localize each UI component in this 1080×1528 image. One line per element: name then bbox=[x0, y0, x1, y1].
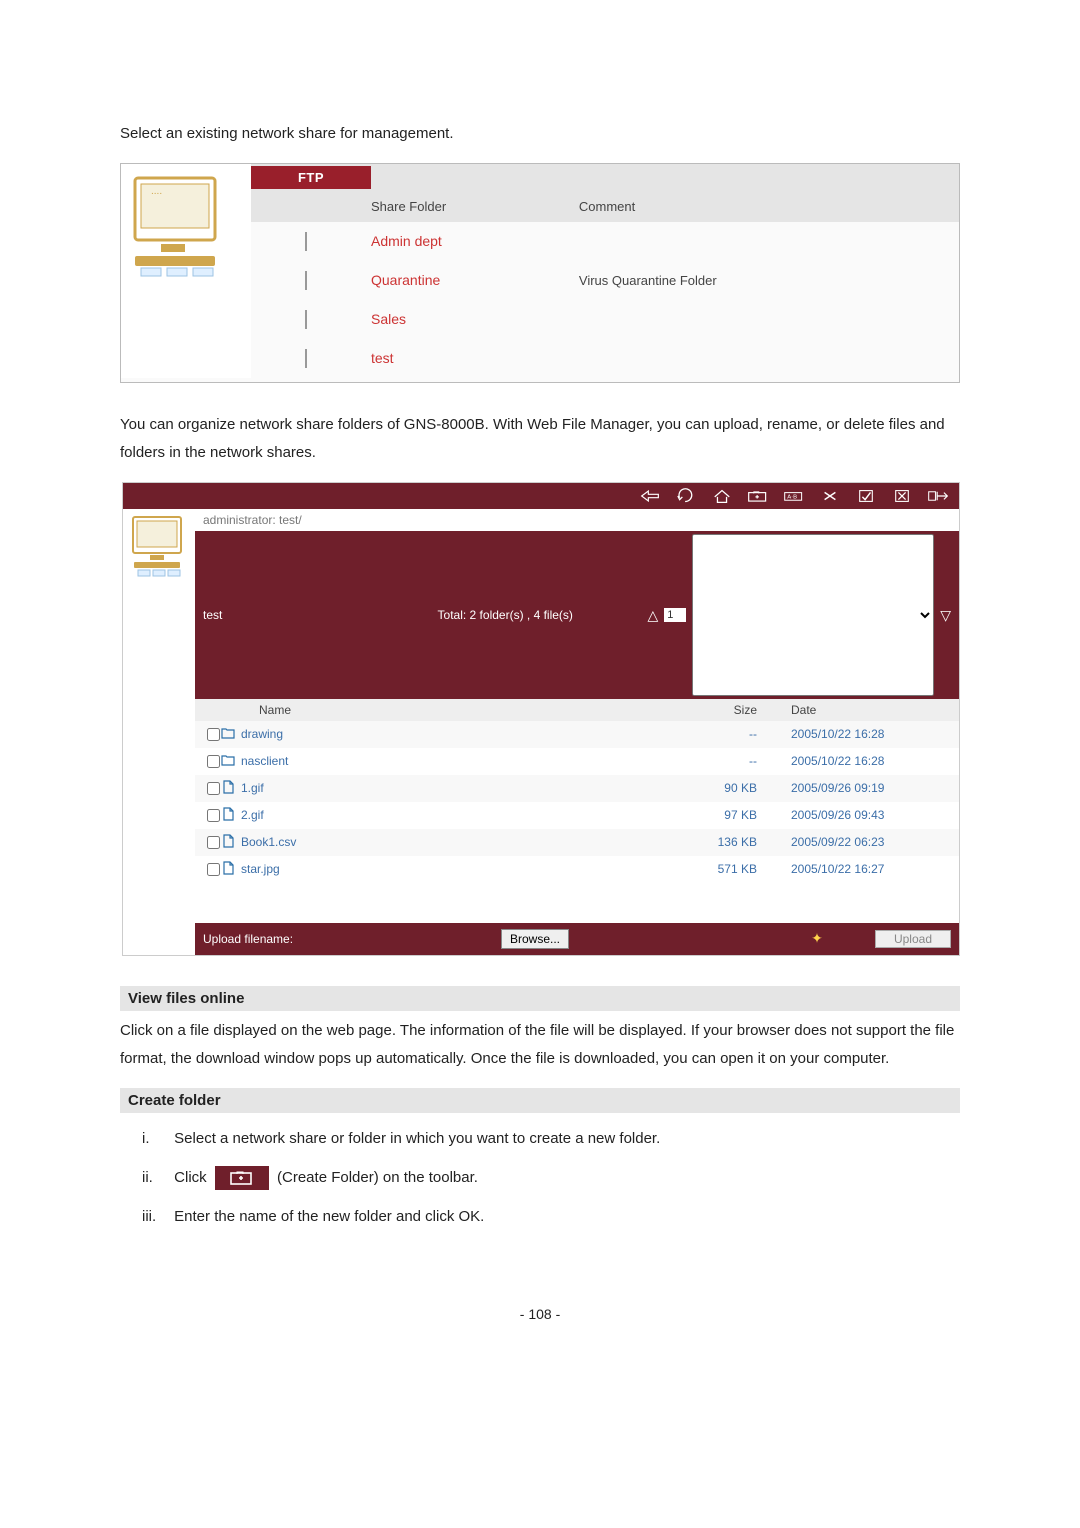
file-manager-panel: A·B administrator: test/ bbox=[122, 482, 960, 956]
folder-icon bbox=[221, 754, 241, 769]
browse-button[interactable] bbox=[501, 929, 569, 949]
file-icon bbox=[221, 780, 241, 797]
folder-summary: Total: 2 folder(s) , 4 file(s) bbox=[363, 608, 647, 622]
col-header-date: Date bbox=[791, 703, 951, 717]
step-2-before: Click bbox=[174, 1169, 207, 1186]
create-folder-icon bbox=[215, 1166, 269, 1190]
col-share-folder: Share Folder bbox=[371, 191, 579, 223]
upload-star-icon: ✦ bbox=[777, 930, 857, 947]
file-icon bbox=[221, 861, 241, 878]
share-comment bbox=[579, 339, 959, 378]
svg-text:A·B: A·B bbox=[787, 494, 797, 500]
step-num: ii. bbox=[142, 1164, 170, 1191]
select-icon[interactable] bbox=[855, 486, 877, 506]
row-checkbox[interactable] bbox=[207, 782, 220, 795]
file-icon bbox=[221, 834, 241, 851]
row-checkbox[interactable] bbox=[207, 728, 220, 741]
create-folder-icon[interactable] bbox=[747, 486, 769, 506]
file-date: 2005/09/26 09:43 bbox=[791, 808, 951, 822]
step-2-after: (Create Folder) on the toolbar. bbox=[277, 1169, 478, 1186]
row-checkbox[interactable] bbox=[207, 809, 220, 822]
breadcrumb: administrator: test/ bbox=[195, 509, 959, 531]
share-comment bbox=[579, 222, 959, 261]
file-link[interactable]: 1.gif bbox=[241, 781, 264, 795]
table-row: nasclient --2005/10/22 16:28 bbox=[195, 748, 959, 775]
file-link[interactable]: drawing bbox=[241, 727, 283, 741]
section-create-folder: Create folder bbox=[120, 1088, 960, 1113]
select-none-icon[interactable] bbox=[891, 486, 913, 506]
share-comment: Virus Quarantine Folder bbox=[579, 261, 959, 300]
col-comment: Comment bbox=[579, 191, 959, 223]
table-row: 1.gif 90 KB2005/09/26 09:19 bbox=[195, 775, 959, 802]
rename-icon[interactable]: A·B bbox=[783, 486, 805, 506]
page-select[interactable] bbox=[692, 534, 934, 696]
share-link[interactable]: Admin dept bbox=[371, 233, 442, 249]
page-last-icon[interactable]: ▽ bbox=[940, 608, 951, 622]
file-date: 2005/10/22 16:28 bbox=[791, 727, 951, 741]
share-link[interactable]: Sales bbox=[371, 311, 406, 327]
drive-icon bbox=[251, 261, 371, 300]
share-link[interactable]: test bbox=[371, 350, 394, 366]
view-files-body: Click on a file displayed on the web pag… bbox=[120, 1017, 960, 1074]
refresh-icon[interactable] bbox=[675, 486, 697, 506]
step-num: i. bbox=[142, 1125, 170, 1152]
file-link[interactable]: nasclient bbox=[241, 754, 288, 768]
table-row: Book1.csv 136 KB2005/09/22 06:23 bbox=[195, 829, 959, 856]
file-link[interactable]: Book1.csv bbox=[241, 835, 296, 849]
fm-status-band: test Total: 2 folder(s) , 4 file(s) △ ▽ bbox=[195, 531, 959, 699]
fm-toolbar: A·B bbox=[123, 483, 959, 509]
table-row: drawing --2005/10/22 16:28 bbox=[195, 721, 959, 748]
logout-icon[interactable] bbox=[927, 486, 949, 506]
file-size: 97 KB bbox=[651, 808, 791, 822]
home-icon[interactable] bbox=[711, 486, 733, 506]
svg-text:....: .... bbox=[151, 186, 162, 197]
page-first-icon[interactable]: △ bbox=[647, 608, 658, 622]
file-link[interactable]: 2.gif bbox=[241, 808, 264, 822]
drive-icon bbox=[251, 339, 371, 378]
file-date: 2005/10/22 16:27 bbox=[791, 862, 951, 876]
monitor-illustration-small bbox=[128, 513, 190, 593]
col-header-size: Size bbox=[651, 703, 791, 717]
page-number: - 108 - bbox=[120, 1306, 960, 1322]
current-folder: test bbox=[203, 608, 363, 622]
file-size: 136 KB bbox=[651, 835, 791, 849]
drive-icon bbox=[251, 300, 371, 339]
drive-icon bbox=[251, 222, 371, 261]
back-icon[interactable] bbox=[639, 486, 661, 506]
file-size: -- bbox=[651, 727, 791, 741]
delete-icon[interactable] bbox=[819, 486, 841, 506]
intro-text: Select an existing network share for man… bbox=[120, 120, 960, 149]
file-date: 2005/09/22 06:23 bbox=[791, 835, 951, 849]
file-size: 90 KB bbox=[651, 781, 791, 795]
file-size: -- bbox=[651, 754, 791, 768]
file-link[interactable]: star.jpg bbox=[241, 862, 280, 876]
paragraph-2: You can organize network share folders o… bbox=[120, 411, 960, 468]
step-1-text: Select a network share or folder in whic… bbox=[174, 1130, 660, 1147]
col-header-name: Name bbox=[203, 703, 651, 717]
folder-icon bbox=[221, 727, 241, 742]
file-icon bbox=[221, 807, 241, 824]
upload-label: Upload filename: bbox=[203, 932, 293, 946]
row-checkbox[interactable] bbox=[207, 836, 220, 849]
file-date: 2005/09/26 09:19 bbox=[791, 781, 951, 795]
step-num: iii. bbox=[142, 1203, 170, 1230]
ftp-title: FTP bbox=[251, 166, 371, 189]
table-row: 2.gif 97 KB2005/09/26 09:43 bbox=[195, 802, 959, 829]
row-checkbox[interactable] bbox=[207, 755, 220, 768]
table-row: star.jpg 571 KB2005/10/22 16:27 bbox=[195, 856, 959, 883]
upload-button[interactable]: Upload bbox=[875, 930, 951, 948]
file-size: 571 KB bbox=[651, 862, 791, 876]
share-link[interactable]: Quarantine bbox=[371, 272, 440, 288]
file-date: 2005/10/22 16:28 bbox=[791, 754, 951, 768]
row-checkbox[interactable] bbox=[207, 863, 220, 876]
step-3-text: Enter the name of the new folder and cli… bbox=[174, 1208, 484, 1225]
section-view-files: View files online bbox=[120, 986, 960, 1011]
page-input[interactable] bbox=[664, 608, 686, 622]
ftp-shares-panel: .... FTP Share Folder Comment bbox=[120, 163, 960, 383]
monitor-illustration: .... bbox=[121, 164, 241, 374]
share-comment bbox=[579, 300, 959, 339]
